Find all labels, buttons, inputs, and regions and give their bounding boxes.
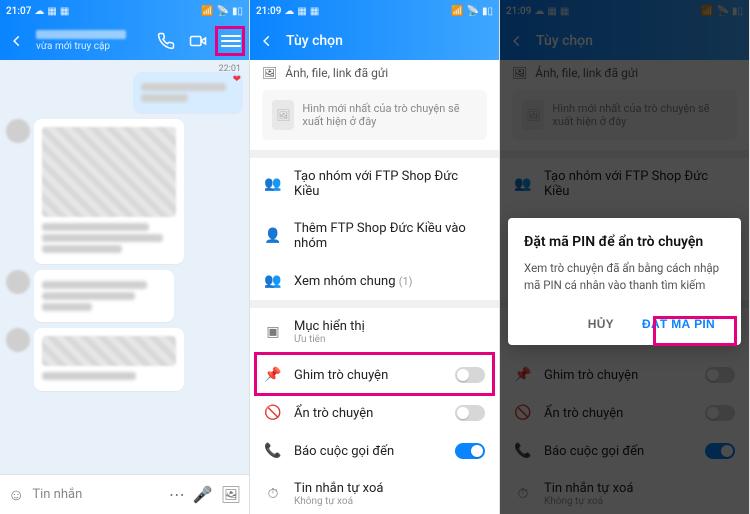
hide-icon: 🚫 [264,405,282,421]
panel-chat: 21:07 ☁ ▦ ▦ 📶 📡 ▮▯ vừa mới truy cập [0,0,250,514]
status-time: 21:09 [256,6,281,17]
media-empty-text: Hình mới nhất của trò chuyện sẽ xuất hiệ… [302,102,477,128]
row-label: Mục hiển thị Ưu tiên [294,319,485,345]
row-display[interactable]: ▣ Mục hiển thị Ưu tiên [250,308,499,356]
battery-icon: ▮▯ [482,6,493,17]
status-bar: 21:07 ☁ ▦ ▦ 📶 📡 ▮▯ [0,0,249,22]
row-label: Xem nhóm chung (1) [294,274,485,289]
row-label: Báo cuộc gọi đến [294,444,443,459]
heart-icon: ❤ [233,74,241,85]
options-list: 🖼 Ảnh, file, link đã gửi 🖼 Hình mới nhất… [250,60,499,514]
wifi-icon: 📡 [217,6,229,17]
dialog-body: Xem trò chuyện đã ẩn bằng cách nhập mã P… [524,260,725,293]
row-label: Thêm FTP Shop Đức Kiều vào nhóm [294,221,485,251]
row-view-groups[interactable]: 👥 Xem nhóm chung (1) [250,262,499,300]
chat-header: vừa mới truy cập [0,22,249,60]
message-input[interactable]: Tin nhắn [32,487,160,502]
groups-icon: 👥 [264,273,282,289]
menu-icon[interactable] [221,31,241,51]
cancel-button[interactable]: HỦY [578,309,624,339]
signal-icon: 📶 [201,6,213,17]
call-icon[interactable] [157,32,175,50]
incoming-bubble[interactable] [34,328,184,391]
pin-dialog: Đặt mã PIN để ẩn trò chuyện Xem trò chuy… [508,218,741,345]
chat-title-blurred [36,30,126,39]
media-icon: 🖼 [262,66,277,80]
sticker-icon[interactable]: ☺ [8,485,24,505]
cloud-icon: ☁ [284,6,294,17]
avatar[interactable] [6,119,30,143]
chat-subheader: vừa mới truy cập [36,41,147,52]
avatar[interactable] [6,270,30,294]
toggle-call-alert[interactable] [455,443,485,459]
row-pin[interactable]: 📌 Ghim trò chuyện [250,356,499,394]
more-icon[interactable]: ⋯ [169,485,185,504]
avatar[interactable] [6,328,30,352]
message-timestamp: 22:01 ❤ [219,64,241,85]
app-dot-icon-2: ▦ [60,6,69,17]
status-time: 21:07 [6,6,31,17]
media-preview-empty: 🖼 Hình mới nhất của trò chuyện sẽ xuất h… [262,90,487,140]
video-icon[interactable] [189,32,207,50]
panel-options: 21:09 ☁ ▦ ▦ 📶 📡 ▮▯ Tùy chọn 🖼 Ảnh, file,… [250,0,500,514]
row-label: Ẩn trò chuyện [294,406,443,421]
row-auto-delete[interactable]: ⏱ Tin nhắn tự xoá Không tự xoá [250,470,499,514]
image-icon[interactable]: 🖼 [221,485,241,504]
incoming-bubble[interactable] [34,119,184,264]
panel-dialog: 21:09 ☁ ▦ ▦ 📶 📡 ▮▯ Tùy chọn 🖼Ảnh, file, … [500,0,750,514]
app-dot-icon: ▦ [297,6,306,17]
message-input-bar: ☺ Tin nhắn ⋯ 🎤 🖼 [0,474,249,514]
pin-icon: 📌 [264,367,282,383]
timer-icon: ⏱ [264,486,282,502]
wifi-icon: 📡 [467,6,479,17]
row-label: Tạo nhóm với FTP Shop Đức Kiều [294,169,485,199]
dialog-title: Đặt mã PIN để ẩn trò chuyện [524,234,725,250]
voice-icon[interactable]: 🎤 [193,485,213,504]
signal-icon: 📶 [451,6,463,17]
options-title: Tùy chọn [286,33,491,49]
media-header-row[interactable]: 🖼 Ảnh, file, link đã gửi [250,60,499,84]
confirm-button[interactable]: ĐẶT MÃ PIN [632,309,725,339]
toggle-pin[interactable] [455,367,485,383]
row-label: Tin nhắn tự xoá Không tự xoá [294,481,485,507]
options-header: Tùy chọn [250,22,499,60]
row-label: Ghim trò chuyện [294,368,443,383]
group-add-icon: 👥 [264,176,282,192]
thumb-icon: 🖼 [272,100,294,130]
toggle-hide[interactable] [455,405,485,421]
cloud-icon: ☁ [34,6,44,17]
display-icon: ▣ [264,324,282,340]
status-bar: 21:09 ☁ ▦ ▦ 📶 📡 ▮▯ [250,0,499,22]
back-icon[interactable] [258,34,276,48]
media-header-label: Ảnh, file, link đã gửi [285,66,388,80]
row-create-group[interactable]: 👥 Tạo nhóm với FTP Shop Đức Kiều [250,158,499,210]
row-hide[interactable]: 🚫 Ẩn trò chuyện [250,394,499,432]
app-dot-icon-2: ▦ [310,6,319,17]
incoming-bubble[interactable] [34,270,174,322]
row-call-alert[interactable]: 📞 Báo cuộc gọi đến [250,432,499,470]
back-icon[interactable] [8,34,26,48]
battery-icon: ▮▯ [232,6,243,17]
chat-body: 22:01 ❤ [0,60,249,474]
call-alert-icon: 📞 [264,443,282,459]
app-dot-icon: ▦ [47,6,56,17]
row-add-member[interactable]: 👤 Thêm FTP Shop Đức Kiều vào nhóm [250,210,499,262]
person-add-icon: 👤 [264,228,282,244]
